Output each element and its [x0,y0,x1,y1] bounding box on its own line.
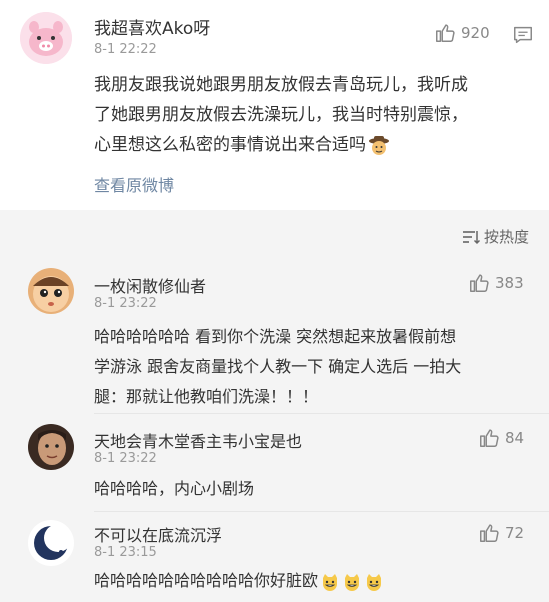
main-post: 我超喜欢Ako呀 8-1 22:22 920 我朋友跟我说她跟男朋友放假去青岛玩… [0,0,549,210]
comment-like-button[interactable]: 84 [478,427,524,449]
cat-grin-emoji [345,573,360,591]
post-like-button[interactable]: 920 [434,22,490,44]
comment-text-line: 学游泳 跟舍友商量找个人教一下 确定人选后 一拍大 [94,357,462,376]
crescent-avatar-icon [28,520,74,566]
comment-username[interactable]: 不可以在底流沉浮 [94,522,222,546]
comment-text-line: 哈哈哈哈哈哈哈哈哈哈你好脏欧 [94,566,544,596]
comment-text: 哈哈哈哈哈哈 看到你个洗澡 突然想起来放暑假前想 学游泳 跟舍友商量找个人教一下… [94,322,534,412]
cowboy-emoji [369,136,389,155]
comment-username[interactable]: 天地会青木堂香主韦小宝是也 [94,428,302,452]
comment-text-line: 腿：那就让他教咱们洗澡！！！ [94,387,319,406]
post-text-line: 了她跟男朋友放假去洗澡玩儿，我当时特别震惊， [94,105,468,125]
post-username[interactable]: 我超喜欢Ako呀 [94,14,210,39]
baby-avatar-icon [28,268,74,314]
divider [94,413,549,414]
sort-by-hot-button[interactable]: 按热度 [462,226,529,247]
comment-like-button[interactable]: 72 [478,522,524,544]
divider [94,511,549,512]
comment-username[interactable]: 一枚闲散修仙者 [94,273,206,297]
post-time: 8-1 22:22 [94,42,157,57]
comment-time: 8-1 23:22 [94,296,157,311]
comment-like-count: 72 [505,524,525,542]
comment-like-button[interactable]: 383 [468,272,524,294]
thumbs-up-icon [480,524,499,542]
thumbs-up-icon [436,24,455,42]
cat-grin-emoji [323,573,338,591]
sort-label: 按热度 [483,228,529,246]
comment-time: 8-1 23:22 [94,451,157,466]
post-text-line: 我朋友跟我说她跟男朋友放假去青岛玩儿，我听成 [94,75,468,95]
thumbs-up-icon [480,429,499,447]
comment-like-count: 383 [495,274,524,292]
pig-avatar-icon [20,12,72,64]
comment-text: 哈哈哈哈，内心小剧场 [94,474,534,504]
comment-text: 哈哈哈哈哈哈哈哈哈哈你好脏欧 [94,566,544,596]
avatar[interactable] [20,12,72,64]
avatar[interactable] [28,268,74,314]
post-text: 我朋友跟我说她跟男朋友放假去青岛玩儿，我听成 了她跟男朋友放假去洗澡玩儿，我当时… [94,70,534,160]
comment-like-count: 84 [505,429,525,447]
thumbs-up-icon [470,274,489,292]
cat-grin-emoji [367,573,382,591]
comment-text-line: 哈哈哈哈，内心小剧场 [94,479,255,498]
post-like-count: 920 [461,24,490,42]
comment-icon[interactable] [512,24,534,46]
sort-icon [462,230,480,244]
comment-time: 8-1 23:15 [94,545,157,560]
view-original-weibo-link[interactable]: 查看原微博 [94,172,174,196]
comment-text-line: 哈哈哈哈哈哈 看到你个洗澡 突然想起来放暑假前想 [94,327,457,346]
avatar[interactable] [28,520,74,566]
avatar[interactable] [28,424,74,470]
post-text-line: 心里想这么私密的事情说出来合适吗 [94,130,534,160]
man-avatar-icon [28,424,74,470]
